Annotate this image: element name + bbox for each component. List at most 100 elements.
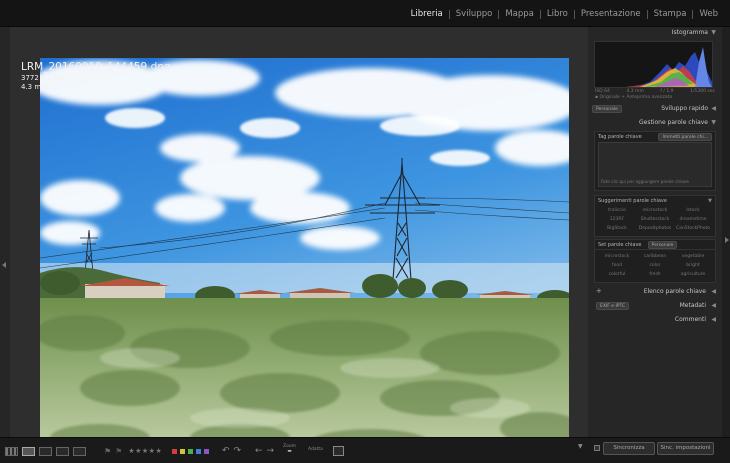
- histogram-header[interactable]: Istogramma ▼: [592, 27, 718, 39]
- zoom-fit-control[interactable]: Adatta: [308, 442, 323, 456]
- keyword-suggestion[interactable]: BigStock: [598, 225, 636, 233]
- keyword-set-item[interactable]: agriculture: [674, 271, 712, 279]
- aperture-value: f / 1.9: [660, 89, 674, 94]
- keyword-list-title: Elenco parole chiave: [643, 288, 706, 295]
- flag-reject-icon[interactable]: ⚑: [115, 447, 122, 456]
- quick-develop-header[interactable]: Personale Sviluppo rapido ◀: [592, 103, 718, 114]
- keyword-entry-select[interactable]: Immetti parole chi...: [658, 133, 712, 141]
- keyword-suggestion[interactable]: traliccio: [598, 207, 636, 215]
- add-keyword-icon[interactable]: +: [596, 285, 602, 298]
- module-libro[interactable]: Libro: [541, 9, 574, 19]
- label-yellow-swatch[interactable]: [180, 448, 185, 454]
- label-blue-swatch[interactable]: [196, 448, 201, 454]
- keyword-set-item[interactable]: fresh: [636, 271, 674, 279]
- metadata-header[interactable]: EXIF e IPTC Metadati ◀: [592, 299, 718, 312]
- expand-triangle-icon[interactable]: ◀: [711, 105, 716, 112]
- right-panel-edge[interactable]: [722, 27, 730, 437]
- toolbar: ⚑ ⚑ ★★★★★ ↶ ↷ ← → Zoom ▬ Adatta ▼ Sincro…: [0, 437, 730, 463]
- collapse-triangle-icon[interactable]: ▼: [711, 117, 716, 129]
- navigate-buttons: ← →: [255, 444, 278, 458]
- zoom-control[interactable]: Zoom ▬: [283, 442, 296, 456]
- module-bar: Libreria Sviluppo Mappa Libro Presentazi…: [0, 0, 730, 27]
- keyword-suggestions: Suggerimenti parole chiave ▼ traliccio m…: [594, 195, 716, 237]
- quick-develop-preset-select[interactable]: Personale: [592, 104, 622, 113]
- smart-preview-option[interactable]: ▪ Originale + Anteprima avanzata: [592, 95, 718, 100]
- keyword-set-select[interactable]: Personale: [647, 240, 678, 249]
- keyword-suggestions-grid: traliccio microstock Istock 123RF Shutte…: [595, 206, 715, 236]
- keyword-suggestion[interactable]: dreamstime: [674, 216, 712, 224]
- label-green-swatch[interactable]: [188, 448, 193, 454]
- expand-triangle-icon[interactable]: ◀: [711, 285, 716, 298]
- comments-title: Commenti: [674, 316, 706, 323]
- keyword-entry-area[interactable]: Fate clic qui per aggiungere parole chia…: [598, 142, 712, 187]
- metadata-title: Metadati: [679, 302, 706, 309]
- photo-preview[interactable]: [40, 58, 569, 455]
- iso-value: ISO 64: [595, 89, 610, 94]
- rotate-left-icon[interactable]: ↶: [222, 446, 230, 456]
- module-sviluppo[interactable]: Sviluppo: [450, 9, 499, 19]
- flag-buttons: ⚑ ⚑ ★★★★★: [104, 444, 162, 458]
- module-stampa[interactable]: Stampa: [648, 9, 693, 19]
- previous-photo-icon[interactable]: ←: [255, 446, 263, 456]
- collapse-triangle-icon[interactable]: ▼: [711, 27, 716, 39]
- expand-left-panel-icon[interactable]: [2, 262, 6, 268]
- keyword-suggestions-header[interactable]: Suggerimenti parole chiave ▼: [595, 196, 715, 206]
- keyword-tags-header: Tag parole chiave Immetti parole chi...: [595, 132, 715, 142]
- keyword-set-grid: microstock caribbean vegetable food colo…: [595, 250, 715, 282]
- keyword-suggestion[interactable]: CanStockPhoto: [674, 225, 712, 233]
- metadata-preset-select[interactable]: EXIF e IPTC: [596, 302, 630, 310]
- slideshow-icon[interactable]: [333, 446, 344, 456]
- slideshow-button[interactable]: [333, 444, 348, 458]
- quick-develop-title: Sviluppo rapido: [661, 105, 708, 112]
- keyword-list-header[interactable]: + Elenco parole chiave ◀: [592, 285, 718, 298]
- keyword-suggestion[interactable]: microstock: [636, 207, 674, 215]
- keyword-set: microstock caribbean vegetable food colo…: [594, 250, 716, 283]
- smart-preview-label: Originale + Anteprima avanzata: [599, 95, 673, 100]
- next-photo-icon[interactable]: →: [267, 446, 275, 456]
- comments-header[interactable]: Commenti ◀: [592, 313, 718, 326]
- collapse-triangle-icon[interactable]: ▼: [708, 198, 712, 204]
- keyword-suggestion[interactable]: Istock: [674, 207, 712, 215]
- toolbar-content-menu-icon[interactable]: ▼: [578, 443, 583, 450]
- keyword-set-item[interactable]: color: [636, 262, 674, 270]
- label-purple-swatch[interactable]: [204, 448, 209, 454]
- keyword-set-item[interactable]: colorful: [598, 271, 636, 279]
- keyword-suggestion[interactable]: Shutterstock: [636, 216, 674, 224]
- auto-sync-switch-icon[interactable]: [594, 445, 600, 451]
- grid-view-icon[interactable]: [5, 446, 18, 456]
- expand-triangle-icon[interactable]: ◀: [711, 299, 716, 312]
- keyword-set-item[interactable]: bright: [674, 262, 712, 270]
- keyword-hint: Fate clic qui per aggiungere parole chia…: [601, 179, 689, 184]
- keyword-suggestion[interactable]: 123RF: [598, 216, 636, 224]
- people-view-icon[interactable]: [73, 446, 86, 456]
- module-mappa[interactable]: Mappa: [499, 9, 540, 19]
- star-rating[interactable]: ★★★★★: [128, 447, 162, 455]
- keyword-set-item[interactable]: vegetable: [674, 253, 712, 261]
- keywording-header[interactable]: Gestione parole chiave ▼: [592, 117, 718, 129]
- photo-info-overlay: LRM_20160919_144459.dng 3772 x 2819 4.3 …: [21, 61, 171, 92]
- keyword-suggestion[interactable]: Depositphotos: [636, 225, 674, 233]
- rotate-right-icon[interactable]: ↷: [234, 446, 242, 456]
- keyword-tags-box: Tag parole chiave Immetti parole chi... …: [594, 131, 716, 191]
- histogram[interactable]: [594, 41, 713, 88]
- shutter-value: 1/1300 sec: [690, 89, 715, 94]
- zoom-slider-thumb[interactable]: ▬: [283, 449, 296, 454]
- module-libreria[interactable]: Libreria: [405, 9, 449, 19]
- compare-view-icon[interactable]: [39, 446, 52, 456]
- keyword-set-title: Set parole chiave: [598, 241, 642, 248]
- sync-settings-button[interactable]: Sinc. impostazioni: [657, 442, 714, 455]
- flag-pick-icon[interactable]: ⚑: [104, 447, 111, 456]
- keyword-set-item[interactable]: microstock: [598, 253, 636, 261]
- keyword-set-item[interactable]: food: [598, 262, 636, 270]
- module-web[interactable]: Web: [693, 9, 724, 19]
- survey-view-icon[interactable]: [56, 446, 69, 456]
- left-panel-collapsed[interactable]: [0, 27, 10, 437]
- expand-triangle-icon[interactable]: ◀: [711, 313, 716, 326]
- label-red-swatch[interactable]: [172, 448, 177, 454]
- sync-button[interactable]: Sincronizza: [603, 442, 655, 455]
- collapse-right-panel-icon[interactable]: [725, 237, 729, 243]
- zoom-slider[interactable]: Zoom ▬: [283, 444, 296, 454]
- keyword-set-item[interactable]: caribbean: [636, 253, 674, 261]
- loupe-view-icon[interactable]: [22, 446, 35, 456]
- module-presentazione[interactable]: Presentazione: [575, 9, 647, 19]
